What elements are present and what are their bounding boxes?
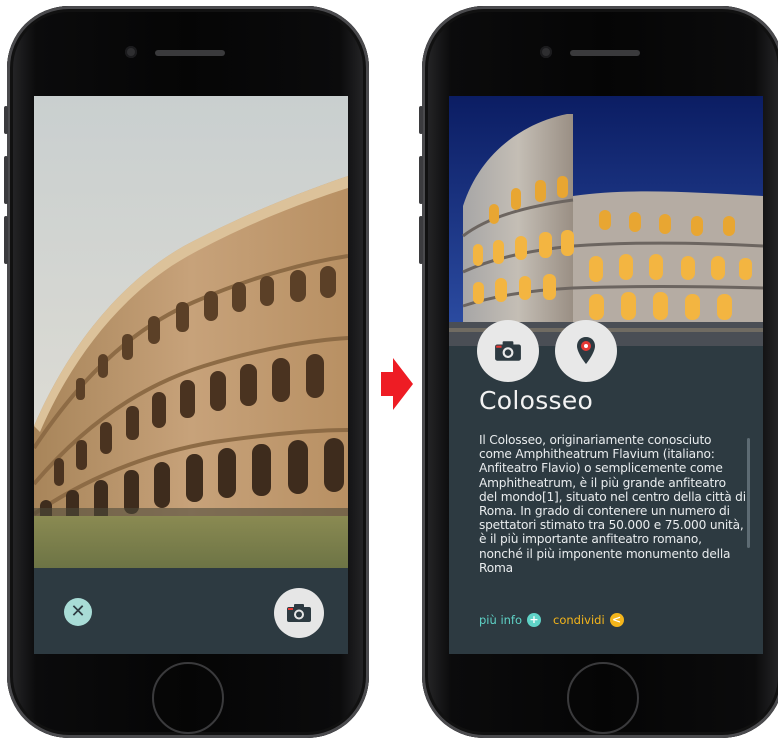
volume-down-button <box>419 216 423 264</box>
camera-button[interactable] <box>477 320 539 382</box>
share-label: condividi <box>553 613 605 627</box>
action-links: più info + condividi < <box>479 613 636 627</box>
camera-toolbar: ✕ <box>34 568 348 654</box>
place-description: Il Colosseo, originariamente conosciuto … <box>479 433 746 575</box>
map-pin-icon <box>577 337 595 364</box>
camera-icon <box>287 604 311 622</box>
mute-switch <box>4 106 8 134</box>
home-button[interactable] <box>152 662 224 734</box>
earpiece-speaker <box>155 50 225 56</box>
share-icon: < <box>609 613 624 627</box>
more-info-label: più info <box>479 613 523 627</box>
phone-left: ✕ <box>4 6 369 738</box>
share-link[interactable]: condividi < <box>553 613 624 627</box>
shutter-button[interactable] <box>274 588 324 638</box>
volume-down-button <box>4 216 8 264</box>
camera-screen: ✕ <box>34 96 348 654</box>
earpiece-speaker <box>570 50 640 56</box>
more-info-link[interactable]: più info + <box>479 613 542 627</box>
place-title: Colosseo <box>479 386 594 415</box>
front-camera <box>125 46 137 58</box>
close-button[interactable]: ✕ <box>64 598 92 626</box>
volume-up-button <box>4 156 8 204</box>
hero-image <box>449 96 763 346</box>
description-scrollbar[interactable] <box>747 438 750 548</box>
home-button[interactable] <box>567 662 639 734</box>
detail-panel: Colosseo Il Colosseo, originariamente co… <box>449 320 763 654</box>
map-location-button[interactable] <box>555 320 617 382</box>
detail-screen: Colosseo Il Colosseo, originariamente co… <box>449 96 763 654</box>
colosseum-night-photo <box>449 96 763 346</box>
plus-icon: + <box>527 613 542 627</box>
transition-arrow-icon <box>381 358 413 410</box>
camera-icon <box>495 341 521 361</box>
volume-up-button <box>419 156 423 204</box>
mute-switch <box>419 106 423 134</box>
camera-viewfinder <box>34 96 348 568</box>
close-icon: ✕ <box>70 601 86 622</box>
front-camera <box>540 46 552 58</box>
phone-right: Colosseo Il Colosseo, originariamente co… <box>419 6 778 738</box>
colosseum-photo <box>34 96 348 568</box>
